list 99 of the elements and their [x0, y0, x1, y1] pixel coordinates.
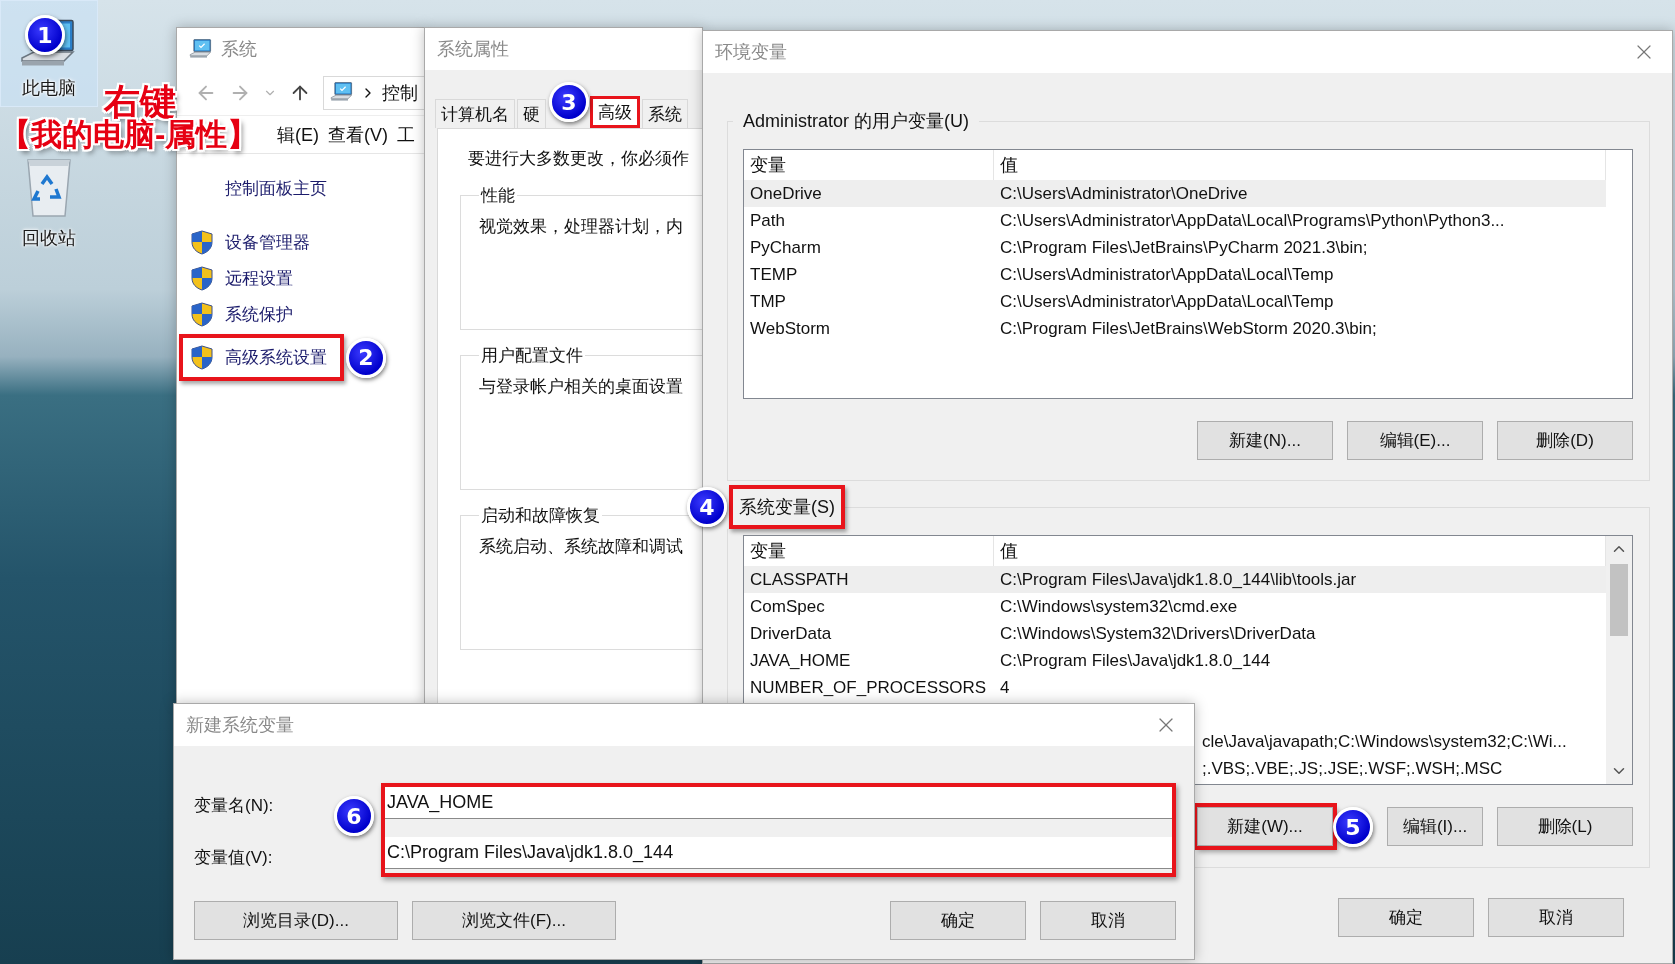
- table-cell-text: C:\Windows\system32\cmd.exe: [999, 596, 1239, 617]
- menu-item[interactable]: 工: [397, 122, 415, 147]
- table-cell-text: OneDrive: [749, 183, 823, 204]
- browse-button[interactable]: 浏览目录(D)...: [194, 901, 398, 940]
- table-row[interactable]: CLASSPATH C:\Program Files\Java\jdk1.8.0_144\lib\tools.jar: [744, 566, 1606, 593]
- field-label: 变量值(V):: [194, 846, 273, 869]
- dialog-button[interactable]: 确定: [1338, 898, 1474, 937]
- group-label: 用户配置文件: [480, 345, 584, 367]
- table-cell-text: C:\Program Files\Java\jdk1.8.0_144\lib\tools.jar: [999, 569, 1358, 590]
- table-row[interactable]: WebStorm C:\Program Files\JetBrains\WebStorm 2020.3\bin;: [744, 315, 1606, 342]
- table-cell-text: C:\Users\Administrator\AppData\Local\Programs\Python\Python3...: [999, 210, 1506, 231]
- address-bar[interactable]: 控制: [323, 75, 424, 110]
- dialog-button[interactable]: 取消: [1040, 901, 1176, 940]
- table-cell-text: C:\Program Files\Java\jdk1.8.0_144: [999, 650, 1272, 671]
- dialog-button[interactable]: 确定: [890, 901, 1026, 940]
- step-badge: 3: [549, 82, 589, 122]
- step-badge: 6: [334, 796, 374, 836]
- group-label: 性能: [479, 185, 516, 207]
- group-label: Administrator 的用户变量(U): [742, 110, 971, 133]
- computer-icon: [189, 38, 213, 60]
- table-cell-text: TEMP: [749, 264, 799, 285]
- table-cell-text: WebStorm: [749, 318, 831, 339]
- scrollbar-thumb[interactable]: [1610, 564, 1628, 636]
- table-row[interactable]: PyCharm C:\Program Files\JetBrains\PyCharm 2021.3\bin;: [744, 234, 1606, 261]
- table-cell-text: ;.VBS;.VBE;.JS;.JSE;.WSF;.WSH;.MSC: [1201, 758, 1504, 779]
- desktop-icon[interactable]: 回收站: [0, 150, 98, 257]
- table-cell-text: C:\Program Files\JetBrains\PyCharm 2021.3\bin;: [999, 237, 1369, 258]
- link-text: 系统保护: [225, 303, 293, 326]
- desktop-icon[interactable]: 此电脑 1: [0, 0, 98, 107]
- sidebar-link[interactable]: 远程设置: [179, 262, 399, 294]
- table-cell-text: ComSpec: [749, 596, 826, 617]
- address-text: 控制: [382, 81, 418, 105]
- table-cell-text: DriverData: [749, 623, 833, 644]
- window-title: 环境变量: [715, 41, 787, 64]
- table-cell-text: CLASSPATH: [749, 569, 850, 590]
- link-text: 控制面板主页: [225, 177, 327, 200]
- computer-icon: [330, 82, 354, 103]
- table-cell-text: 4: [999, 677, 1011, 698]
- table-row[interactable]: ComSpec C:\Windows\system32\cmd.exe: [744, 593, 1606, 620]
- table-cell-text: C:\Users\Administrator\AppData\Local\Temp: [999, 264, 1335, 285]
- table-cell-text: C:\Windows\System32\Drivers\DriverData: [999, 623, 1317, 644]
- tab[interactable]: 计算机名: [435, 99, 515, 128]
- table-cell-text: cle\Java\javapath;C:\Windows\system32;C:\Wi...: [1201, 731, 1568, 752]
- table-cell-text: C:\Users\Administrator\AppData\Local\Temp: [999, 291, 1335, 312]
- input-field[interactable]: C:\Program Files\Java\jdk1.8.0_144: [385, 837, 1172, 869]
- table-row[interactable]: TEMP C:\Users\Administrator\AppData\Local\Temp: [744, 261, 1606, 288]
- shield-icon: [191, 345, 213, 370]
- table-row[interactable]: TMP C:\Users\Administrator\AppData\Local\Temp: [744, 288, 1606, 315]
- link-text: 远程设置: [225, 267, 293, 290]
- step-badge: 5: [1333, 807, 1373, 847]
- step-badge: 4: [687, 487, 727, 527]
- shield-icon: [191, 229, 213, 255]
- dialog-button[interactable]: 删除(D): [1497, 421, 1633, 460]
- sidebar-link[interactable]: 设备管理器: [179, 226, 399, 258]
- icon-label: 此电脑: [22, 77, 76, 100]
- input-field[interactable]: JAVA_HOME: [385, 787, 1172, 819]
- table-row[interactable]: JAVA_HOME C:\Program Files\Java\jdk1.8.0_144: [744, 647, 1606, 674]
- field-label: 变量名(N):: [194, 794, 274, 817]
- scrollbar[interactable]: [1606, 536, 1632, 784]
- shield-icon: [191, 301, 213, 327]
- group-text: 与登录帐户相关的桌面设置: [479, 377, 683, 396]
- menu-item[interactable]: 查看(V): [328, 122, 388, 147]
- table-cell-text: JAVA_HOME: [749, 650, 852, 671]
- table-cell-text: PyCharm: [749, 237, 822, 258]
- dialog-button[interactable]: 编辑(E)...: [1347, 421, 1483, 460]
- window-title: 系统: [221, 38, 257, 61]
- dialog-button[interactable]: 取消: [1488, 898, 1624, 937]
- group-label: 启动和故障恢复: [480, 505, 601, 527]
- table-cell-text: C:\Users\Administrator\OneDrive: [999, 183, 1249, 204]
- group-text: 系统启动、系统故障和调试: [479, 537, 683, 556]
- table-cell-text: Path: [749, 210, 786, 231]
- sidebar-link[interactable]: 系统保护: [179, 298, 399, 330]
- window-title: 新建系统变量: [186, 714, 294, 737]
- table-row[interactable]: OneDrive C:\Users\Administrator\OneDrive: [744, 180, 1606, 207]
- sidebar-link[interactable]: 高级系统设置: [179, 334, 344, 381]
- dialog-button[interactable]: 编辑(I)...: [1387, 807, 1483, 846]
- table-cell-text: TMP: [749, 291, 787, 312]
- table-row[interactable]: NUMBER_OF_PROCESSORS 4: [744, 674, 1606, 701]
- browse-button[interactable]: 浏览文件(F)...: [412, 901, 616, 940]
- table-row[interactable]: Path C:\Users\Administrator\AppData\Local\Programs\Python\Python3...: [744, 207, 1606, 234]
- menu-item[interactable]: 辑(E): [277, 122, 319, 147]
- table-cell-text: C:\Program Files\JetBrains\WebStorm 2020.3\bin;: [999, 318, 1378, 339]
- sidebar-link[interactable]: 控制面板主页: [179, 172, 399, 204]
- dialog-button[interactable]: 删除(L): [1497, 807, 1633, 846]
- group-text: 视觉效果，处理器计划，内: [479, 217, 683, 236]
- shield-icon: [191, 265, 213, 291]
- notice-text: 要进行大多数更改，你必须作: [468, 148, 690, 170]
- icon-label: 回收站: [22, 227, 76, 250]
- dialog-button[interactable]: 新建(N)...: [1197, 421, 1333, 460]
- tab[interactable]: 高级: [590, 96, 640, 128]
- group-label: 系统变量(S): [729, 485, 845, 529]
- tab[interactable]: 系统: [642, 99, 688, 128]
- link-text: 设备管理器: [225, 231, 310, 254]
- window-title: 系统属性: [437, 38, 509, 61]
- table-cell-text: NUMBER_OF_PROCESSORS: [749, 677, 988, 698]
- tab[interactable]: 硬: [517, 99, 546, 128]
- link-text: 高级系统设置: [225, 347, 327, 369]
- step-badge: 1: [25, 15, 65, 55]
- table-row[interactable]: DriverData C:\Windows\System32\Drivers\DriverData: [744, 620, 1606, 647]
